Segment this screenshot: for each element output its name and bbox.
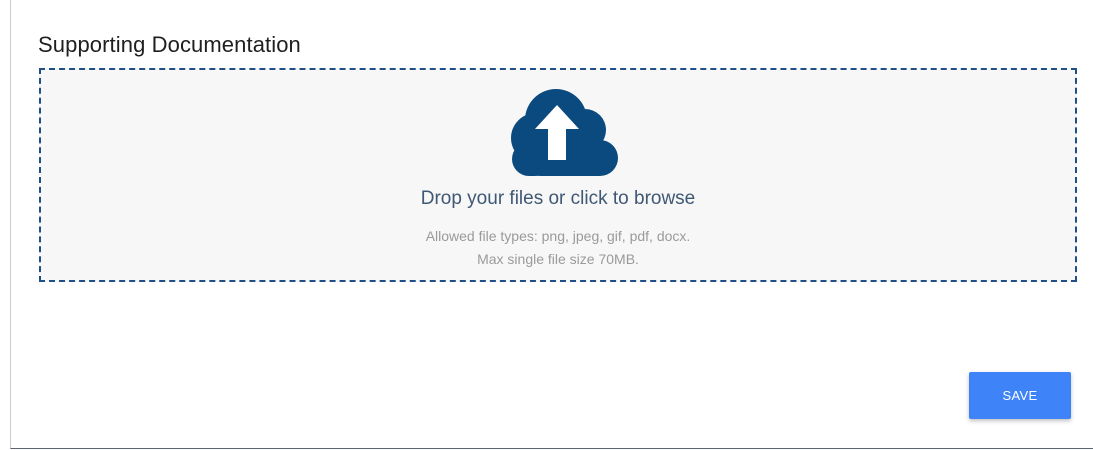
allowed-file-types: Allowed file types: png, jpeg, gif, pdf,… — [425, 228, 691, 244]
section-title: Supporting Documentation — [38, 32, 301, 57]
supporting-documentation-panel: Supporting Documentation Drop your files… — [10, 0, 1093, 449]
file-dropzone[interactable]: Drop your files or click to browse Allow… — [39, 68, 1077, 282]
cloud-upload-icon — [511, 89, 618, 176]
save-button[interactable]: SAVE — [969, 372, 1071, 419]
page: Supporting Documentation Drop your files… — [0, 0, 1093, 450]
max-file-size: Max single file size 70MB. — [477, 251, 639, 267]
dropzone-prompt: Drop your files or click to browse — [420, 188, 696, 209]
